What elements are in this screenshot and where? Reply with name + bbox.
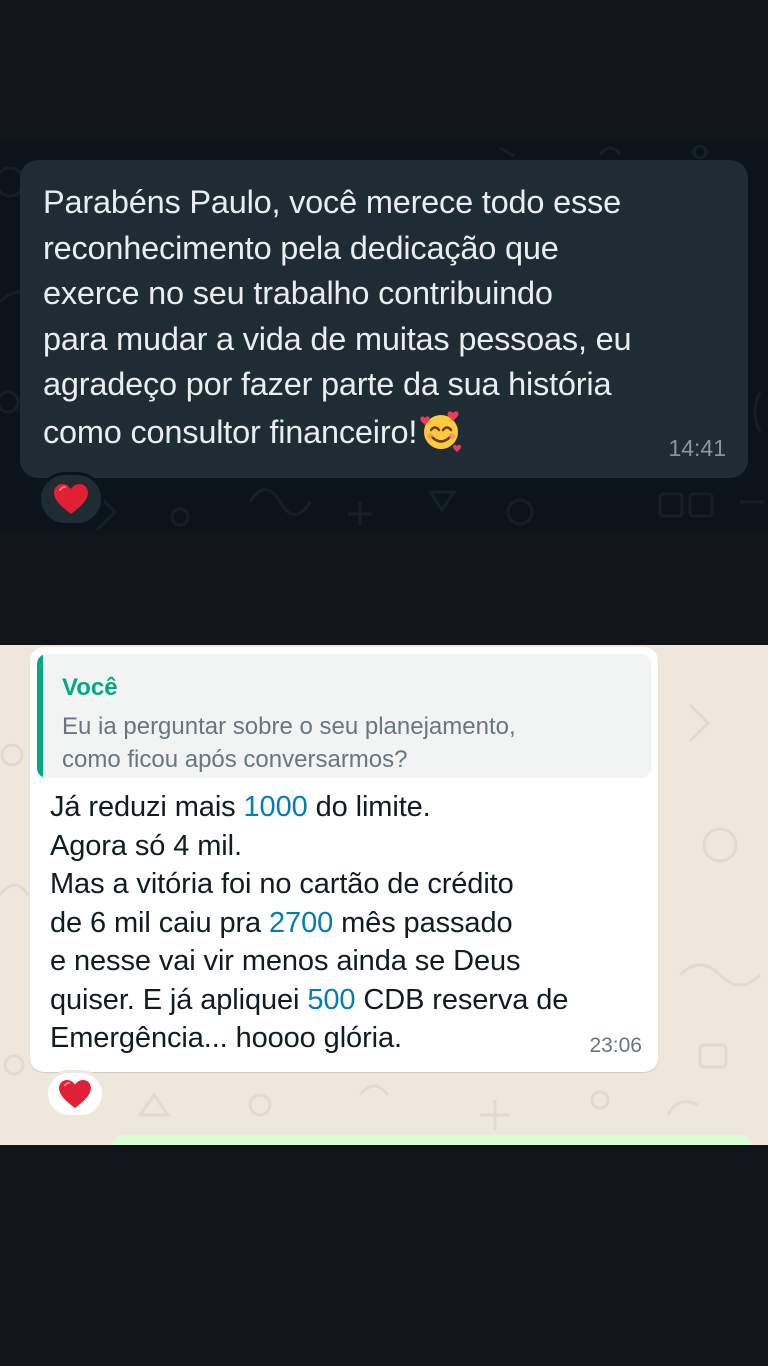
message-line: Agora só 4 mil. <box>50 829 242 862</box>
message-line: de 6 mil caiu pra 2700 mês passado <box>50 906 513 939</box>
dark-chat-screenshot: Parabéns Paulo, você merece todo esse re… <box>0 142 768 530</box>
message-timestamp: 23:06 <box>589 1034 642 1057</box>
phone-number-link[interactable]: 1000 <box>244 791 308 823</box>
received-message-bubble[interactable]: Parabéns Paulo, você merece todo esse re… <box>20 160 748 478</box>
message-reaction[interactable] <box>45 1070 105 1118</box>
quoted-text: Eu ia perguntar sobre o seu planejamento… <box>62 713 516 773</box>
received-reply-bubble[interactable]: Você Eu ia perguntar sobre o seu planeja… <box>30 647 658 1072</box>
quote-accent-bar <box>37 654 43 778</box>
message-timestamp: 14:41 <box>668 435 726 461</box>
phone-number-link[interactable]: 500 <box>307 984 355 1016</box>
message-line: e nesse vai vir menos ainda se Deus <box>50 945 521 977</box>
message-line: Mas a vitória foi no cartão de crédito <box>50 868 514 900</box>
message-reaction[interactable] <box>38 472 104 526</box>
message-text: Parabéns Paulo, você merece todo esse re… <box>43 184 632 450</box>
message-line: Emergência... hoooo glória. <box>50 1022 402 1054</box>
red-heart-icon <box>59 1079 91 1109</box>
smiling-face-with-hearts-icon <box>419 408 463 452</box>
message-line: quiser. E já apliquei 500 CDB reserva de <box>50 983 569 1016</box>
quoted-message[interactable]: Você Eu ia perguntar sobre o seu planeja… <box>37 654 651 778</box>
quoted-author: Você <box>62 674 118 701</box>
message-line: Já reduzi mais 1000 do limite. <box>50 791 431 823</box>
message-text: Já reduzi mais 1000 do limite. Agora só … <box>50 788 650 1058</box>
phone-number-link[interactable]: 2700 <box>269 907 333 939</box>
next-sent-message-bubble <box>112 1135 752 1145</box>
red-heart-icon <box>54 484 88 514</box>
light-chat-screenshot: Você Eu ia perguntar sobre o seu planeja… <box>0 645 768 1145</box>
screenshot-collage: Parabéns Paulo, você merece todo esse re… <box>0 0 768 1366</box>
